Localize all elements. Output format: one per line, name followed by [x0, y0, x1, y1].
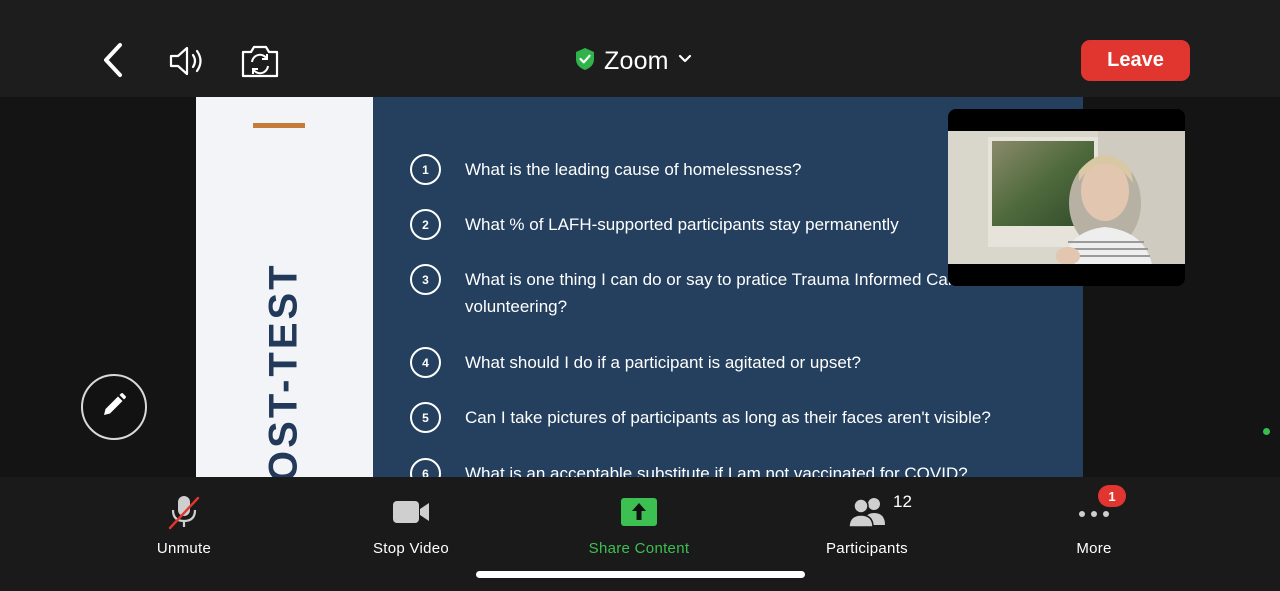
speaker-icon[interactable] — [166, 40, 208, 82]
meeting-title: Zoom — [604, 46, 669, 75]
notification-badge: 1 — [1098, 485, 1126, 507]
unmute-button[interactable]: Unmute — [114, 494, 254, 557]
question-number: 1 — [410, 154, 441, 185]
more-dots-icon: 1 — [1074, 485, 1126, 530]
share-arrow-icon — [619, 494, 659, 530]
camera-flip-icon[interactable] — [238, 40, 282, 82]
question-item: 6 What is an acceptable substitute if I … — [410, 458, 1065, 477]
meeting-title-dropdown[interactable]: Zoom — [574, 44, 693, 78]
question-number: 4 — [410, 347, 441, 378]
video-camera-icon — [391, 494, 431, 530]
pencil-icon — [100, 391, 128, 424]
participants-icon: 12 — [847, 492, 912, 530]
top-bar: Zoom Leave — [0, 0, 1280, 97]
stop-video-button[interactable]: Stop Video — [341, 494, 481, 557]
home-indicator[interactable] — [476, 571, 805, 578]
question-text: Can I take pictures of participants as l… — [465, 408, 991, 427]
slide-accent-bar — [253, 123, 305, 128]
annotate-button[interactable] — [81, 374, 147, 440]
stop-video-label: Stop Video — [372, 540, 450, 557]
more-label: More — [1076, 540, 1112, 557]
share-content-button[interactable]: Share Content — [569, 494, 709, 557]
share-content-label: Share Content — [588, 540, 690, 557]
mic-muted-icon — [164, 494, 204, 530]
status-indicator-dot — [1263, 428, 1270, 435]
participants-label: Participants — [826, 540, 908, 557]
chevron-down-icon — [677, 52, 693, 70]
self-video-thumbnail[interactable] — [948, 109, 1185, 286]
participant-video — [948, 131, 1185, 264]
question-number: 5 — [410, 402, 441, 433]
question-item: 4 What should I do if a participant is a… — [410, 347, 1065, 378]
leave-button[interactable]: Leave — [1081, 40, 1190, 81]
question-text: What should I do if a participant is agi… — [465, 353, 861, 372]
question-item: 5 Can I take pictures of participants as… — [410, 402, 1065, 433]
back-icon[interactable] — [98, 39, 132, 81]
participants-count: 12 — [893, 492, 912, 511]
question-number: 3 — [410, 264, 441, 295]
question-number: 6 — [410, 458, 441, 477]
question-text: What is an acceptable substitute if I am… — [465, 464, 968, 477]
slide-side-panel: POST-TEST — [196, 97, 373, 477]
slide-side-title: POST-TEST — [261, 262, 306, 477]
question-number: 2 — [410, 209, 441, 240]
shield-check-icon — [574, 47, 596, 76]
more-button[interactable]: 1 More — [1024, 485, 1164, 557]
unmute-label: Unmute — [156, 540, 212, 557]
participants-button[interactable]: 12 Participants — [797, 492, 937, 557]
